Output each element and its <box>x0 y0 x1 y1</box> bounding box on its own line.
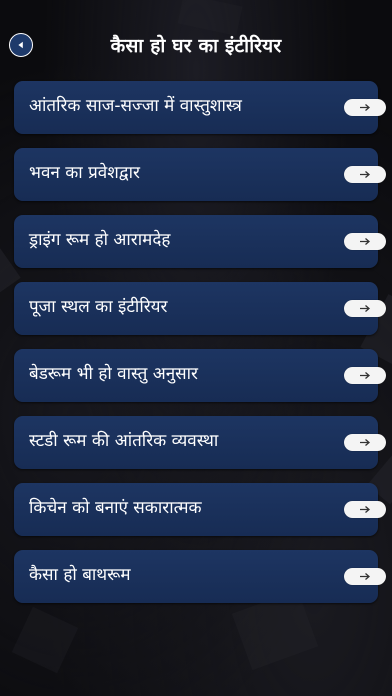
menu-item-label: पूजा स्थल का इंटीरियर <box>29 297 168 317</box>
menu-item[interactable]: पूजा स्थल का इंटीरियर <box>14 282 386 335</box>
menu-item-label: कैसा हो बाथरूम <box>29 565 131 585</box>
arrow-right-button[interactable] <box>344 166 386 183</box>
menu-item[interactable]: भवन का प्रवेशद्वार <box>14 148 386 201</box>
arrow-right-button[interactable] <box>344 99 386 116</box>
arrow-right-icon <box>360 171 370 178</box>
menu-item-label: स्टडी रूम की आंतरिक व्यवस्था <box>29 431 219 451</box>
arrow-right-button[interactable] <box>344 367 386 384</box>
menu-item-label: किचेन को बनाएं सकारात्मक <box>29 498 202 518</box>
arrow-right-icon <box>360 104 370 111</box>
menu-item-label: आंतरिक साज-सज्जा में वास्तुशास्त्र <box>29 96 242 116</box>
arrow-right-icon <box>360 573 370 580</box>
arrow-right-icon <box>360 439 370 446</box>
arrow-right-icon <box>360 506 370 513</box>
menu-item[interactable]: बेडरूम भी हो वास्तु अनुसार <box>14 349 386 402</box>
arrow-right-button[interactable] <box>344 568 386 585</box>
arrow-right-icon <box>360 372 370 379</box>
menu-item-label: बेडरूम भी हो वास्तु अनुसार <box>29 364 199 384</box>
topic-menu: आंतरिक साज-सज्जा में वास्तुशास्त्र भवन क… <box>14 81 386 617</box>
arrow-right-icon <box>360 238 370 245</box>
menu-item-label: भवन का प्रवेशद्वार <box>29 163 140 183</box>
menu-item[interactable]: कैसा हो बाथरूम <box>14 550 386 603</box>
arrow-right-button[interactable] <box>344 501 386 518</box>
menu-item[interactable]: आंतरिक साज-सज्जा में वास्तुशास्त्र <box>14 81 386 134</box>
arrow-right-button[interactable] <box>344 300 386 317</box>
header-bar: कैसा हो घर का इंटीरियर <box>0 0 392 90</box>
menu-item-label: ड्राइंग रूम हो आरामदेह <box>29 230 171 250</box>
page-title: कैसा हो घर का इंटीरियर <box>110 35 282 57</box>
arrow-right-icon <box>360 305 370 312</box>
arrow-right-button[interactable] <box>344 233 386 250</box>
menu-item[interactable]: किचेन को बनाएं सकारात्मक <box>14 483 386 536</box>
menu-item[interactable]: स्टडी रूम की आंतरिक व्यवस्था <box>14 416 386 469</box>
arrow-right-button[interactable] <box>344 434 386 451</box>
menu-item[interactable]: ड्राइंग रूम हो आरामदेह <box>14 215 386 268</box>
